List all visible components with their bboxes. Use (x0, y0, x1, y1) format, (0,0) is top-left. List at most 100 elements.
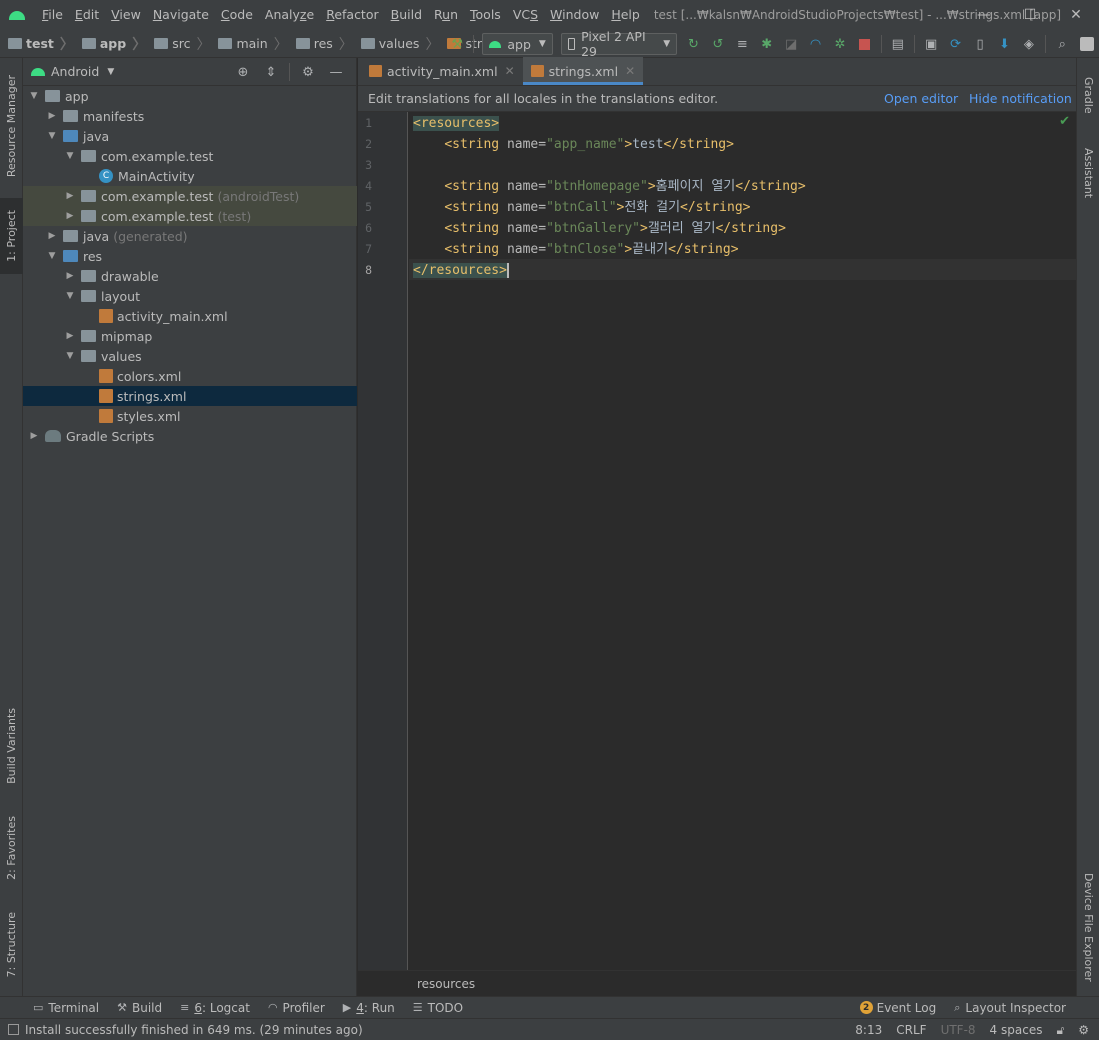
line-separator[interactable]: CRLF (889, 1023, 933, 1037)
tree-item[interactable]: ▼ layout (23, 286, 357, 306)
open-editor-link[interactable]: Open editor (884, 86, 958, 112)
breadcrumb-item[interactable]: src 〉 (146, 34, 210, 54)
tab-device-file-explorer[interactable]: Device File Explorer (1077, 866, 1099, 988)
collapse-arrow-icon[interactable]: ▶ (45, 231, 59, 241)
stop-icon[interactable] (857, 36, 871, 52)
caret-position[interactable]: 8:13 (848, 1023, 889, 1037)
collapse-arrow-icon[interactable]: ▶ (27, 431, 41, 441)
tree-item[interactable]: ▼ app (23, 86, 357, 106)
layout-inspector-tool-button[interactable]: ⌕ Layout Inspector (945, 997, 1075, 1019)
menu-item[interactable]: File (36, 0, 69, 30)
chevron-down-icon[interactable]: ▼ (107, 67, 114, 77)
tree-item[interactable]: ▼ com.example.test (23, 146, 357, 166)
tree-item[interactable]: ▶ java (generated) (23, 226, 357, 246)
make-project-hammer-icon[interactable]: ⚒ (450, 36, 464, 52)
user-avatar-icon[interactable] (1079, 36, 1094, 52)
collapse-all-icon[interactable]: ⇕ (263, 64, 279, 80)
expand-arrow-icon[interactable]: ▼ (63, 151, 77, 161)
menu-item[interactable]: Edit (69, 0, 105, 30)
tab-build-variants[interactable]: Build Variants (0, 698, 23, 794)
file-encoding[interactable]: UTF-8 (934, 1023, 983, 1037)
hide-notification-link[interactable]: Hide notification (969, 86, 1072, 112)
editor-breadcrumb[interactable]: resources (417, 977, 475, 991)
lock-icon[interactable]: 🔓︎ (1049, 1023, 1071, 1038)
tree-item[interactable]: ▼ values (23, 346, 357, 366)
close-window-button[interactable]: ✕ (1053, 0, 1099, 30)
menu-item[interactable]: Build (385, 0, 428, 30)
expand-arrow-icon[interactable]: ▼ (45, 251, 59, 261)
tree-item[interactable]: ▶ drawable (23, 266, 357, 286)
breadcrumb-item[interactable]: main 〉 (210, 34, 288, 54)
plugin-icon[interactable]: ◈ (1022, 36, 1036, 52)
attach-debugger-icon[interactable]: ✲ (833, 36, 847, 52)
collapse-arrow-icon[interactable]: ▶ (63, 191, 77, 201)
project-view-select[interactable]: Android (51, 64, 99, 79)
tab-gradle[interactable]: Gradle (1077, 66, 1099, 124)
tree-item[interactable]: ▶ manifests (23, 106, 357, 126)
logcat-tool-button[interactable]: ≡ 6 : Logcat (171, 997, 259, 1019)
menu-item[interactable]: Navigate (147, 0, 215, 30)
apply-code-changes-icon[interactable]: ≡ (735, 36, 749, 52)
editor-tab[interactable]: strings.xml ✕ (522, 57, 644, 85)
collapse-arrow-icon[interactable]: ▶ (63, 331, 77, 341)
profile-icon[interactable]: ◠ (808, 36, 822, 52)
layout-editor-icon[interactable]: ▣ (924, 36, 938, 52)
locate-file-icon[interactable]: ⊕ (235, 64, 251, 80)
expand-arrow-icon[interactable]: ▼ (45, 131, 59, 141)
menu-item[interactable]: Run (428, 0, 464, 30)
breadcrumb-item[interactable]: res 〉 (288, 34, 353, 54)
breadcrumb-item[interactable]: app 〉 (74, 34, 146, 54)
tree-item[interactable]: colors.xml (23, 366, 357, 386)
menu-item[interactable]: Code (215, 0, 259, 30)
rerun-icon[interactable]: ↻ (686, 36, 700, 52)
code-editor[interactable]: 12345678 <resources> <string name="app_n… (358, 112, 1076, 970)
search-icon[interactable]: ⌕ (1055, 36, 1069, 52)
tree-item[interactable]: ▶ com.example.test (test) (23, 206, 357, 226)
tree-item[interactable]: ▶ com.example.test (androidTest) (23, 186, 357, 206)
debug-icon[interactable]: ✱ (759, 36, 773, 52)
tree-item[interactable]: ▼ java (23, 126, 357, 146)
menu-item[interactable]: Window (544, 0, 605, 30)
close-tab-icon[interactable]: ✕ (505, 64, 515, 78)
coverage-icon[interactable]: ◪ (784, 36, 798, 52)
menu-item[interactable]: Tools (464, 0, 507, 30)
project-structure-icon[interactable]: ▤ (891, 36, 905, 52)
tree-item[interactable]: C MainActivity (23, 166, 357, 186)
editor-tab[interactable]: activity_main.xml ✕ (361, 57, 523, 85)
toggle-tool-windows-icon[interactable] (8, 1024, 19, 1035)
tab-assistant[interactable]: Assistant (1077, 138, 1099, 208)
tree-item[interactable]: ▶ Gradle Scripts (23, 426, 357, 446)
expand-arrow-icon[interactable]: ▼ (63, 351, 77, 361)
tab-resource-manager[interactable]: Resource Manager (0, 64, 23, 188)
hide-panel-icon[interactable]: — (328, 64, 344, 80)
tree-item[interactable]: ▼ res (23, 246, 357, 266)
tree-item[interactable]: strings.xml (23, 386, 357, 406)
breadcrumb-item[interactable]: values 〉 (353, 34, 439, 54)
menu-item[interactable]: View (105, 0, 147, 30)
run-configuration-select[interactable]: app ▼ (482, 33, 553, 55)
collapse-arrow-icon[interactable]: ▶ (63, 211, 77, 221)
maximize-button[interactable]: ☐ (1007, 0, 1053, 30)
memory-indicator-icon[interactable]: ⚙ (1071, 1023, 1099, 1037)
expand-arrow-icon[interactable]: ▼ (27, 91, 41, 101)
event-log-tool-button[interactable]: 2 Event Log (851, 997, 946, 1019)
apply-changes-icon[interactable]: ↺ (711, 36, 725, 52)
collapse-arrow-icon[interactable]: ▶ (45, 111, 59, 121)
terminal-tool-button[interactable]: ▭ Terminal (24, 997, 108, 1019)
tab-structure[interactable]: 7: Structure (0, 904, 23, 986)
todo-tool-button[interactable]: ☰ TODO (404, 997, 472, 1019)
tree-item[interactable]: activity_main.xml (23, 306, 357, 326)
close-tab-icon[interactable]: ✕ (625, 64, 635, 78)
device-select[interactable]: Pixel 2 API 29 ▼ (560, 29, 678, 59)
build-tool-button[interactable]: ⚒ Build (108, 997, 171, 1019)
breadcrumb-item[interactable]: test 〉 (0, 34, 74, 54)
menu-item[interactable]: VCS (507, 0, 544, 30)
tree-item[interactable]: ▶ mipmap (23, 326, 357, 346)
sync-gradle-icon[interactable]: ⟳ (948, 36, 962, 52)
gear-icon[interactable]: ⚙ (300, 64, 316, 80)
avd-manager-icon[interactable]: ▯ (973, 36, 987, 52)
tree-item[interactable]: styles.xml (23, 406, 357, 426)
menu-item[interactable]: Help (605, 0, 646, 30)
tab-favorites[interactable]: 2: Favorites (0, 806, 23, 890)
minimize-button[interactable]: — (961, 0, 1007, 30)
